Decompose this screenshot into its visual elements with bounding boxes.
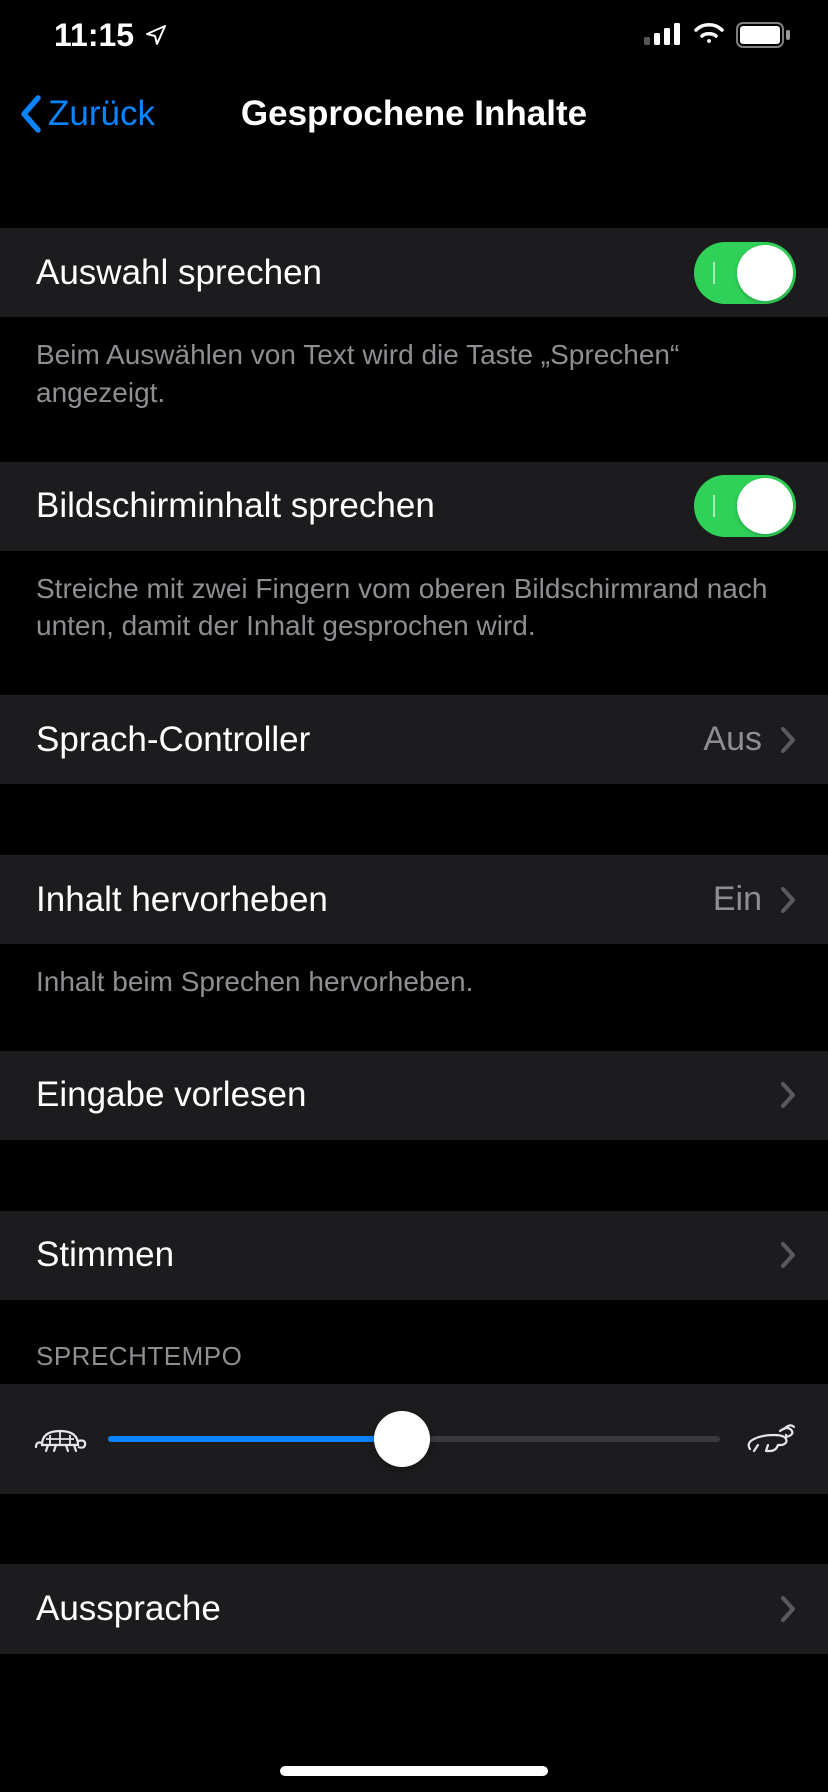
chevron-right-icon bbox=[780, 1595, 796, 1623]
speaking-rate-slider-row bbox=[0, 1384, 828, 1494]
speech-controller-value: Aus bbox=[703, 720, 762, 759]
page-title: Gesprochene Inhalte bbox=[241, 94, 587, 134]
tortoise-icon bbox=[32, 1421, 88, 1457]
wifi-icon bbox=[692, 23, 726, 47]
speech-controller-row[interactable]: Sprach-Controller Aus bbox=[0, 695, 828, 785]
battery-icon bbox=[736, 22, 792, 48]
back-button[interactable]: Zurück bbox=[18, 94, 155, 134]
chevron-left-icon bbox=[18, 94, 42, 134]
speech-controller-label: Sprach-Controller bbox=[36, 720, 310, 760]
status-right bbox=[644, 22, 792, 48]
speaking-rate-slider[interactable] bbox=[108, 1417, 720, 1461]
speaking-rate-header: SPRECHTEMPO bbox=[0, 1301, 828, 1384]
typing-feedback-row[interactable]: Eingabe vorlesen bbox=[0, 1051, 828, 1141]
speak-screen-row[interactable]: Bildschirminhalt sprechen bbox=[0, 462, 828, 552]
speak-screen-toggle[interactable] bbox=[694, 475, 796, 537]
typing-feedback-label: Eingabe vorlesen bbox=[36, 1075, 306, 1115]
speak-selection-footer: Beim Auswählen von Text wird die Taste „… bbox=[0, 318, 828, 430]
chevron-right-icon bbox=[780, 886, 796, 914]
status-bar: 11:15 bbox=[0, 0, 828, 70]
voices-label: Stimmen bbox=[36, 1235, 174, 1275]
navigation-bar: Zurück Gesprochene Inhalte bbox=[0, 70, 828, 158]
speak-selection-toggle[interactable] bbox=[694, 242, 796, 304]
back-label: Zurück bbox=[48, 94, 155, 134]
highlight-content-row[interactable]: Inhalt hervorheben Ein bbox=[0, 855, 828, 945]
status-left: 11:15 bbox=[54, 17, 168, 54]
speak-selection-label: Auswahl sprechen bbox=[36, 253, 322, 293]
chevron-right-icon bbox=[780, 1081, 796, 1109]
highlight-content-footer: Inhalt beim Sprechen hervorheben. bbox=[0, 945, 828, 1019]
content: Auswahl sprechen Beim Auswählen von Text… bbox=[0, 158, 828, 1654]
chevron-right-icon bbox=[780, 1241, 796, 1269]
pronunciations-row[interactable]: Aussprache bbox=[0, 1564, 828, 1654]
status-time: 11:15 bbox=[54, 17, 134, 54]
voices-row[interactable]: Stimmen bbox=[0, 1211, 828, 1301]
highlight-content-value: Ein bbox=[713, 880, 762, 919]
speak-screen-footer: Streiche mit zwei Fingern vom oberen Bil… bbox=[0, 552, 828, 664]
cellular-icon bbox=[644, 23, 682, 47]
location-icon bbox=[144, 23, 168, 47]
highlight-content-label: Inhalt hervorheben bbox=[36, 880, 328, 920]
hare-icon bbox=[740, 1421, 796, 1457]
home-indicator[interactable] bbox=[280, 1766, 548, 1776]
speak-selection-row[interactable]: Auswahl sprechen bbox=[0, 228, 828, 318]
speak-screen-label: Bildschirminhalt sprechen bbox=[36, 486, 435, 526]
pronunciations-label: Aussprache bbox=[36, 1589, 221, 1629]
chevron-right-icon bbox=[780, 726, 796, 754]
